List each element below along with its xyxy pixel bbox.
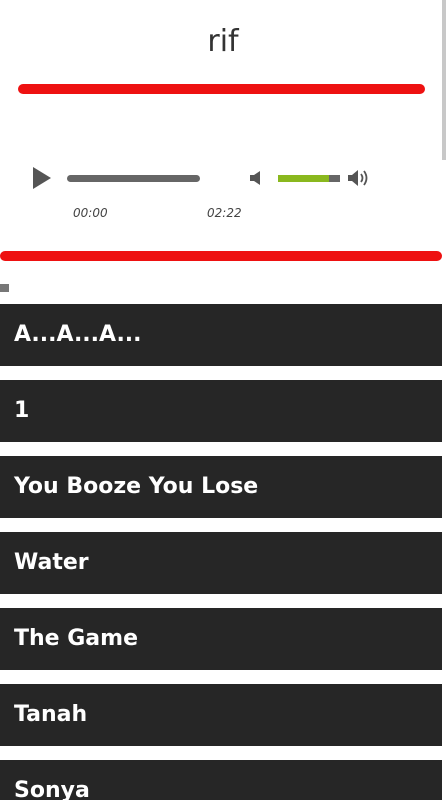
top-divider	[18, 84, 425, 94]
current-time: 00:00	[73, 206, 108, 220]
volume-slider[interactable]	[278, 175, 340, 182]
track-item[interactable]: A...A...A...	[0, 304, 442, 366]
music-player-page: rif 00:00 02:22 A...A...A... 1 You Booze Y…	[0, 0, 446, 800]
volume-fill	[278, 175, 329, 182]
track-item[interactable]: The Game	[0, 608, 442, 670]
speaker-mute-icon[interactable]	[250, 170, 264, 186]
progress-bar[interactable]	[67, 175, 200, 182]
track-item[interactable]: Water	[0, 532, 442, 594]
track-item[interactable]: Tanah	[0, 684, 442, 746]
track-item[interactable]: You Booze You Lose	[0, 456, 442, 518]
track-list: A...A...A... 1 You Booze You Lose Water The …	[0, 304, 442, 800]
page-title: rif	[207, 24, 239, 59]
track-item[interactable]: Sonya	[0, 760, 442, 800]
track-item[interactable]: 1	[0, 380, 442, 442]
total-time: 02:22	[207, 206, 242, 220]
bottom-divider	[0, 251, 442, 261]
speaker-volume-icon[interactable]	[348, 169, 372, 187]
play-icon[interactable]	[33, 167, 51, 189]
collapse-handle[interactable]	[0, 284, 9, 292]
